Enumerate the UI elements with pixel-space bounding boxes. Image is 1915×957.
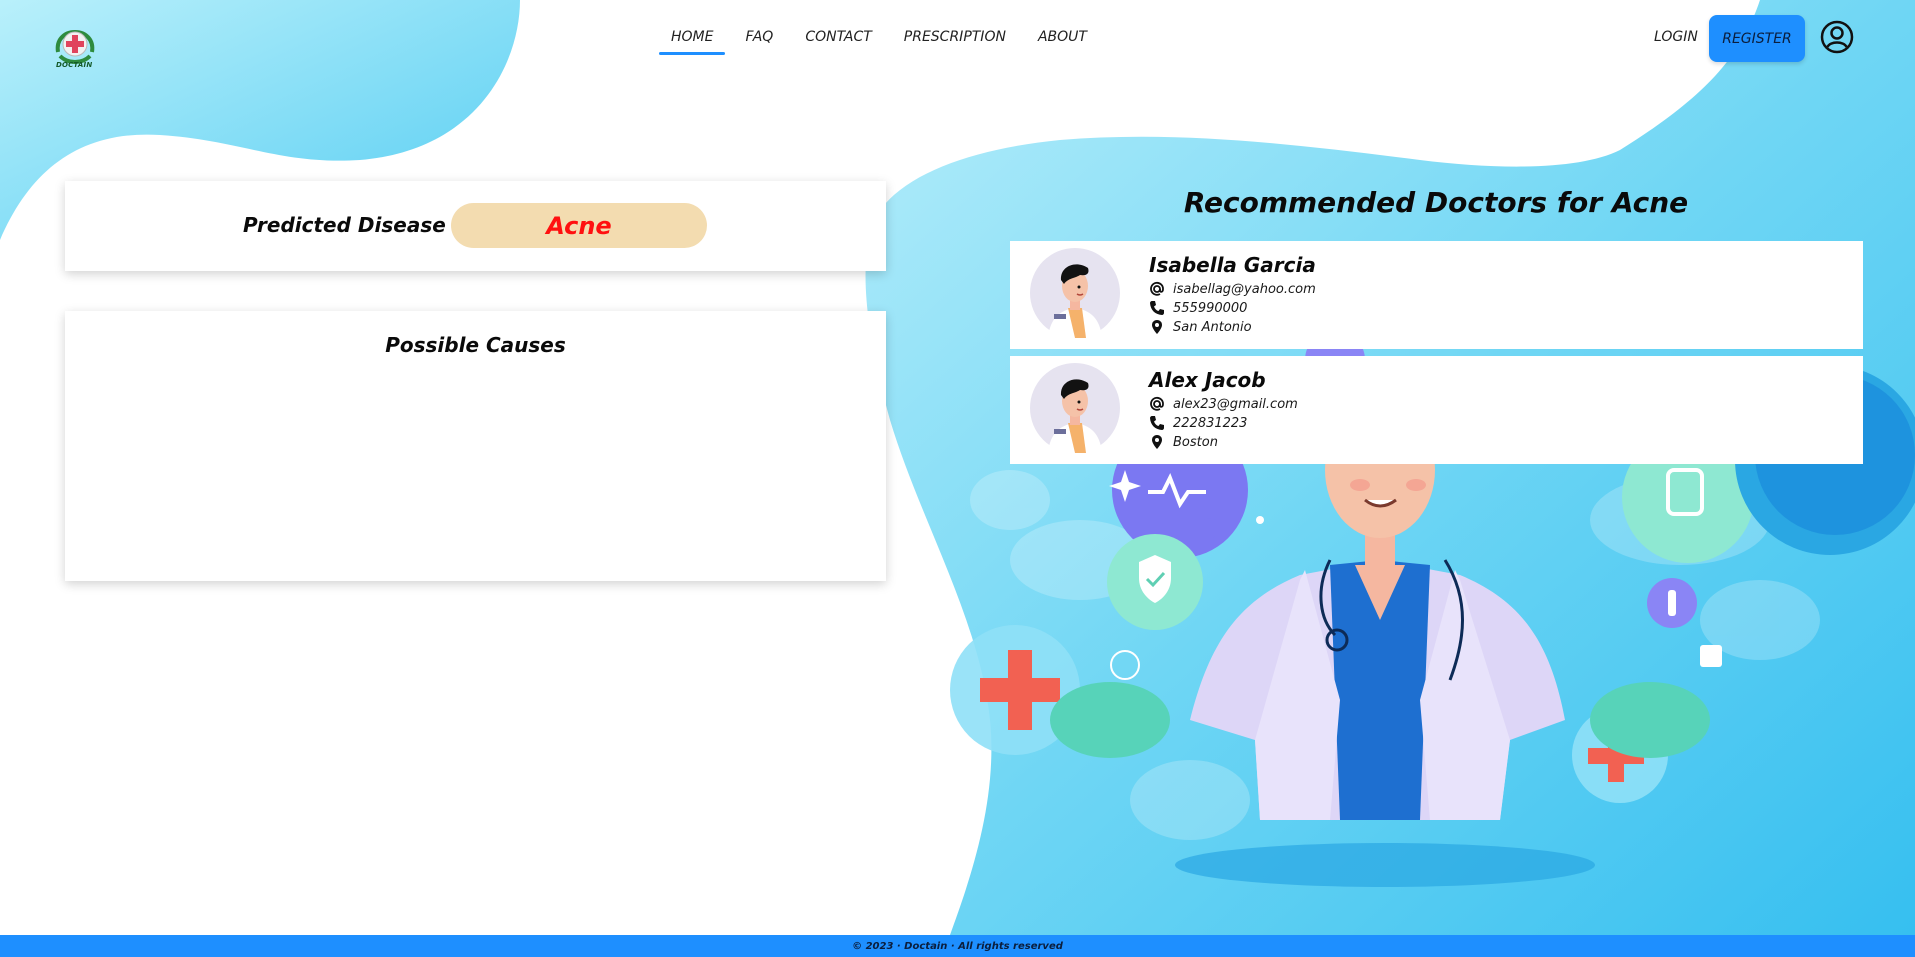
doctor-phone[interactable]: 555990000 <box>1173 301 1247 316</box>
doctor-location-row: Boston <box>1149 434 1218 450</box>
nav-home[interactable]: HOME <box>655 26 729 55</box>
footer-copyright: © 2023 · Doctain · All rights reserved <box>852 940 1063 952</box>
footer: © 2023 · Doctain · All rights reserved <box>0 935 1915 957</box>
location-pin-icon <box>1152 435 1162 449</box>
predicted-disease-label: Predicted Disease : <box>243 213 461 237</box>
doctor-email[interactable]: alex23@gmail.com <box>1173 397 1298 412</box>
doctor-card[interactable]: Alex Jacob alex23@gmail.com 222831223 Bo… <box>1010 356 1863 464</box>
doctor-phone-row: 555990000 <box>1149 300 1247 316</box>
predicted-disease-badge: Acne <box>451 203 707 248</box>
doctor-email-row: alex23@gmail.com <box>1149 396 1298 412</box>
doctor-phone-row: 222831223 <box>1149 415 1247 431</box>
doctor-card[interactable]: Isabella Garcia isabellag@yahoo.com 5559… <box>1010 241 1863 349</box>
background-blob-right <box>865 0 1915 935</box>
doctor-name: Isabella Garcia <box>1149 253 1316 277</box>
location-pin-icon <box>1152 320 1162 334</box>
main-nav: HOME FAQ CONTACT PRESCRIPTION ABOUT <box>655 26 1103 55</box>
nav-about[interactable]: ABOUT <box>1022 26 1103 55</box>
nav-contact[interactable]: CONTACT <box>789 26 887 55</box>
login-link[interactable]: LOGIN <box>1654 29 1698 45</box>
doctor-location: Boston <box>1173 434 1218 450</box>
prediction-card: Predicted Disease : Acne <box>65 181 886 271</box>
user-circle-icon[interactable] <box>1820 20 1854 54</box>
logo-text: DOCTAIN <box>56 61 93 69</box>
possible-causes-card: Possible Causes <box>65 311 886 581</box>
doctor-email-row: isabellag@yahoo.com <box>1149 281 1316 297</box>
doctor-avatar <box>1030 248 1120 338</box>
nav-faq[interactable]: FAQ <box>729 26 789 55</box>
phone-icon <box>1150 416 1164 430</box>
possible-causes-title: Possible Causes <box>385 333 566 357</box>
phone-icon <box>1150 301 1164 315</box>
doctor-email[interactable]: isabellag@yahoo.com <box>1173 282 1316 297</box>
at-sign-icon <box>1150 396 1164 411</box>
doctor-location: San Antonio <box>1173 319 1252 335</box>
at-sign-icon <box>1150 281 1164 296</box>
doctor-name: Alex Jacob <box>1149 368 1266 392</box>
nav-prescription[interactable]: PRESCRIPTION <box>888 26 1022 55</box>
doctor-location-row: San Antonio <box>1149 319 1252 335</box>
register-button[interactable]: REGISTER <box>1709 15 1805 62</box>
doctor-avatar <box>1030 363 1120 453</box>
recommended-doctors-title: Recommended Doctors for Acne <box>1183 186 1689 219</box>
doctor-phone[interactable]: 222831223 <box>1173 416 1247 431</box>
